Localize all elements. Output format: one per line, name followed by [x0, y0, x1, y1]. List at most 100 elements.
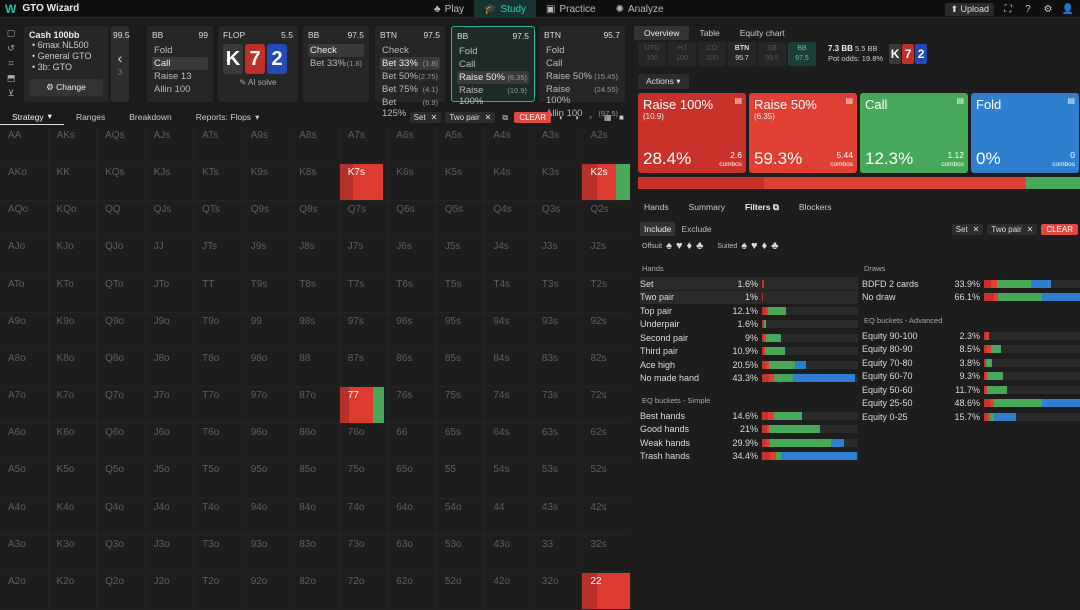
hand-cell[interactable]: QTo [97, 275, 146, 313]
hand-cell[interactable]: Q5o [97, 461, 146, 499]
hand-cell[interactable]: Q3s [533, 201, 583, 239]
hand-cell[interactable]: 52o [436, 572, 486, 610]
hand-cell[interactable]: J9o [145, 312, 195, 350]
hand-cell[interactable]: 55 [436, 461, 486, 499]
hand-cell[interactable]: A6s [388, 127, 437, 165]
hand-cell[interactable]: QJs [145, 201, 195, 239]
hand-cell[interactable]: 32s [582, 535, 631, 573]
hand-cell[interactable]: K8o [48, 349, 98, 388]
filter-chip-set[interactable]: Set ✕ [409, 111, 442, 123]
heart-icon[interactable]: ♥ [751, 240, 758, 252]
hand-cell[interactable]: 83s [533, 349, 583, 388]
seat-bb[interactable]: BB 97.5 [788, 42, 816, 66]
subtab-summary[interactable]: Summary [679, 200, 735, 214]
hand-cell[interactable]: JTo [145, 275, 195, 313]
hand-cell[interactable]: J7s [339, 238, 389, 276]
view-mode-icon[interactable]: ▫ [589, 113, 598, 122]
hand-cell[interactable]: K3o [48, 535, 98, 573]
subtab-blockers[interactable]: Blockers [789, 200, 842, 214]
stat-row[interactable]: Trash hands 34.4% [640, 450, 858, 463]
toolbar-tab-strategy[interactable]: Strategy ▾ [0, 109, 64, 125]
action-option[interactable]: Call [457, 58, 529, 71]
stat-row[interactable]: No made hand 43.3% [640, 372, 858, 385]
hand-cell[interactable]: 98o [242, 349, 292, 388]
hand-cell[interactable]: A2o [0, 572, 49, 610]
hand-cell[interactable]: AQo [0, 201, 49, 239]
hand-cell[interactable]: T7o [194, 387, 243, 425]
hand-cell[interactable]: 62o [388, 572, 437, 610]
hand-cell[interactable]: A7o [0, 387, 49, 425]
hand-cell[interactable]: JTs [194, 238, 243, 276]
seat-co[interactable]: CO 100 [698, 42, 726, 66]
hand-cell[interactable]: 43o [485, 535, 534, 573]
hand-cell[interactable]: K8s [291, 164, 340, 202]
hand-cell[interactable]: T6s [388, 275, 437, 313]
action-panel[interactable]: FLOP 5.5 K 7 2 ✎ AI solve [218, 26, 298, 102]
action-option[interactable]: Bet 33% (1.8) [380, 57, 440, 70]
hand-cell[interactable]: J6s [388, 238, 437, 276]
nav-study[interactable]: 🎓 Study [474, 0, 537, 18]
hand-cell[interactable]: Q3o [97, 535, 146, 573]
nav-analyze[interactable]: ✺ Analyze [606, 0, 674, 18]
close-icon[interactable]: ✕ [485, 113, 492, 122]
hand-cell[interactable]: 52s [582, 461, 631, 499]
club-icon[interactable]: ♣ [771, 240, 778, 252]
hand-cell[interactable]: A4s [485, 127, 534, 165]
action-option[interactable]: Allin 100 [152, 83, 208, 96]
hand-cell[interactable]: 42o [485, 572, 534, 610]
toolbar-tab-breakdown[interactable]: Breakdown [117, 109, 184, 125]
hand-cell[interactable]: TT [194, 275, 243, 313]
hand-cell[interactable]: 53s [533, 461, 583, 499]
action-option[interactable]: Raise 100% (24.55) [544, 83, 620, 107]
hand-cell[interactable]: 54o [436, 498, 486, 536]
hand-cell[interactable]: Q7s [339, 201, 389, 239]
hand-cell[interactable]: KTo [48, 275, 98, 313]
seat-sb[interactable]: SB 99.5 [758, 42, 786, 66]
hand-cell[interactable]: Q7o [97, 387, 146, 425]
hand-cell[interactable]: T3o [194, 535, 243, 573]
copy-icon[interactable]: ⧉ [502, 113, 511, 122]
action-option[interactable]: Call [152, 57, 208, 70]
stat-row[interactable]: Equity 25-50 48.6% [862, 397, 1080, 410]
hand-cell[interactable]: AA [0, 127, 49, 165]
hand-cell[interactable]: 63o [388, 535, 437, 573]
hand-cell[interactable]: A9o [0, 312, 49, 350]
stat-row[interactable]: Third pair 10.9% [640, 345, 858, 358]
hand-cell[interactable]: 72o [339, 572, 389, 610]
close-icon[interactable]: ✕ [973, 225, 980, 234]
bookmark-icon[interactable]: ▢ [7, 28, 16, 39]
hand-cell[interactable]: 87s [339, 349, 389, 388]
hand-cell[interactable]: 86o [291, 424, 340, 462]
hand-cell[interactable]: QQ [97, 201, 146, 239]
hand-cell[interactable]: T2s [582, 275, 631, 313]
hand-cell[interactable]: J4o [145, 498, 195, 536]
action-box-raise-100-[interactable]: Raise 100% (10.9) 28.4% 2.6 combos ▤ [638, 93, 746, 173]
action-box-raise-50-[interactable]: Raise 50% (6.35) 59.3% 5.44 combos ▤ [749, 93, 857, 173]
diamond-icon[interactable]: ♦ [762, 240, 768, 252]
hand-cell[interactable]: 84o [291, 498, 340, 536]
stat-row[interactable]: Top pair 12.1% [640, 304, 858, 317]
hand-cell[interactable]: 66 [388, 424, 437, 462]
stat-row[interactable]: Equity 90-100 2.3% [862, 329, 1080, 342]
tab-table[interactable]: Table [689, 26, 729, 40]
nav-practice[interactable]: ▣ Practice [536, 0, 606, 18]
hand-cell[interactable]: 82s [582, 349, 631, 388]
spade-icon[interactable]: ♠ [741, 240, 747, 252]
hand-cell[interactable]: 32o [533, 572, 583, 610]
hand-cell[interactable]: 96s [388, 312, 437, 350]
clear-button[interactable]: CLEAR [514, 111, 551, 123]
hand-cell[interactable]: K4o [48, 498, 98, 536]
hand-cell[interactable]: Q2o [97, 572, 146, 610]
hand-cell[interactable]: 75s [436, 387, 486, 425]
hand-cell[interactable]: 73o [339, 535, 389, 573]
hand-cell[interactable]: A5o [0, 461, 49, 499]
hand-cell[interactable]: J2o [145, 572, 195, 610]
hand-cell[interactable]: T9s [242, 275, 292, 313]
hand-cell[interactable]: KK [48, 164, 98, 202]
close-icon[interactable]: ✕ [431, 113, 438, 122]
action-option[interactable]: Raise 13 [152, 70, 208, 83]
action-option[interactable]: Fold [152, 44, 208, 57]
hand-cell[interactable]: 63s [533, 424, 583, 462]
hand-cell[interactable]: A5s [436, 127, 486, 165]
stat-row[interactable]: Equity 60-70 9.3% [862, 370, 1080, 383]
